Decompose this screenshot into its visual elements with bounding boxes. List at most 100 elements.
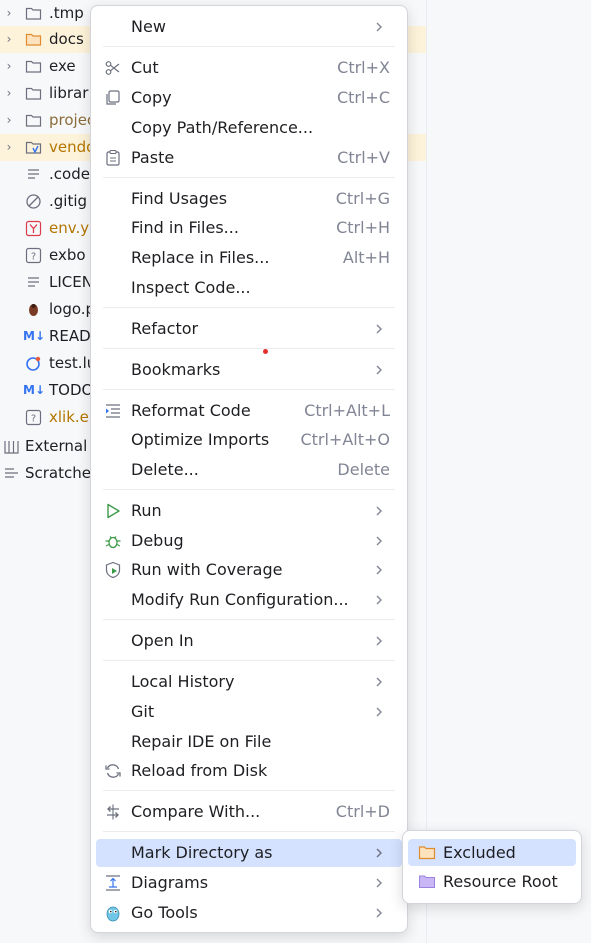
- menu-item-reformat-code[interactable]: Reformat Code Ctrl+Alt+L: [96, 397, 402, 425]
- chevron-right-icon[interactable]: ›: [2, 80, 16, 107]
- menu-separator: [103, 177, 395, 178]
- menu-item-shortcut: Ctrl+D: [335, 802, 390, 821]
- chevron-right-icon: [376, 848, 382, 858]
- menu-item-label: Replace in Files...: [131, 248, 270, 267]
- vendor-folder-icon: [25, 141, 42, 154]
- menu-separator: [103, 46, 395, 47]
- menu-item-paste[interactable]: Paste Ctrl+V: [96, 144, 402, 172]
- menu-item-git[interactable]: Git: [96, 698, 402, 726]
- scissors-icon: [105, 61, 120, 75]
- chevron-right-icon[interactable]: ›: [2, 134, 16, 161]
- menu-item-label: Find Usages: [131, 189, 228, 208]
- chevron-right-icon: [376, 595, 382, 605]
- menu-item-run[interactable]: Run: [96, 497, 402, 525]
- excluded-folder-icon: [418, 846, 436, 860]
- menu-item-delete[interactable]: Delete... Delete: [96, 456, 402, 484]
- menu-item-label: Open In: [131, 631, 194, 650]
- menu-item-repair-ide[interactable]: Repair IDE on File: [96, 728, 402, 756]
- menu-separator: [103, 348, 395, 349]
- tree-row-label: projec: [49, 111, 96, 129]
- menu-item-label: Paste: [131, 148, 175, 167]
- lua-file-icon: [26, 356, 41, 371]
- menu-item-refactor[interactable]: Refactor: [96, 315, 402, 343]
- menu-item-modify-run-configuration[interactable]: Modify Run Configuration...: [96, 586, 402, 614]
- tree-row-label: External: [25, 437, 88, 455]
- menu-item-bookmarks[interactable]: Bookmarks: [96, 356, 402, 384]
- svg-text:?: ?: [31, 252, 36, 263]
- menu-separator: [103, 790, 395, 791]
- tree-row-label: TODO: [49, 381, 94, 399]
- chevron-right-icon: [376, 365, 382, 375]
- tree-row-label: env.y: [49, 219, 90, 237]
- menu-item-run-with-coverage[interactable]: Run with Coverage: [96, 556, 402, 584]
- menu-item-optimize-imports[interactable]: Optimize Imports Ctrl+Alt+O: [96, 426, 402, 454]
- markdown-icon: M↓: [23, 329, 45, 343]
- menu-item-find-in-files[interactable]: Find in Files... Ctrl+H: [96, 214, 402, 242]
- markdown-icon: M↓: [23, 383, 45, 397]
- tree-row-label: xlik.e: [49, 408, 89, 426]
- menu-item-replace-in-files[interactable]: Replace in Files... Alt+H: [96, 244, 402, 272]
- chevron-right-icon: [376, 878, 382, 888]
- menu-item-find-usages[interactable]: Find Usages Ctrl+G: [96, 185, 402, 213]
- menu-item-label: Local History: [131, 672, 235, 691]
- menu-item-shortcut: Ctrl+H: [336, 218, 390, 237]
- context-menu: New Cut Ctrl+X Copy Ctrl+C Copy Path/Ref…: [90, 5, 408, 933]
- tree-row-label: READ: [49, 327, 91, 345]
- paste-icon: [106, 149, 120, 166]
- menu-item-label: Copy Path/Reference...: [131, 118, 314, 137]
- menu-item-debug[interactable]: Debug: [96, 527, 402, 555]
- submenu-item-resource-root[interactable]: Resource Root: [408, 868, 576, 895]
- folder-icon: [25, 60, 42, 73]
- menu-item-diagrams[interactable]: Diagrams: [96, 869, 402, 897]
- menu-item-reload-from-disk[interactable]: Reload from Disk: [96, 757, 402, 785]
- menu-separator: [103, 619, 395, 620]
- run-icon: [107, 503, 120, 519]
- menu-item-label: Mark Directory as: [131, 843, 273, 862]
- menu-item-local-history[interactable]: Local History: [96, 668, 402, 696]
- menu-separator: [103, 307, 395, 308]
- menu-item-shortcut: Alt+H: [342, 248, 390, 267]
- submenu-item-excluded[interactable]: Excluded: [408, 839, 576, 866]
- yaml-file-icon: [25, 220, 42, 237]
- menu-item-compare-with[interactable]: Compare With... Ctrl+D: [96, 798, 402, 826]
- library-icon: [4, 441, 19, 454]
- menu-item-inspect-code[interactable]: Inspect Code...: [96, 274, 402, 302]
- chevron-right-icon: [376, 707, 382, 717]
- chevron-right-icon: [376, 324, 382, 334]
- menu-item-copy[interactable]: Copy Ctrl+C: [96, 84, 402, 112]
- menu-item-label: Modify Run Configuration...: [131, 590, 349, 609]
- copy-icon: [106, 90, 120, 105]
- menu-item-label: Reload from Disk: [131, 761, 268, 780]
- chevron-right-icon[interactable]: ›: [2, 53, 16, 80]
- menu-item-go-tools[interactable]: Go Tools: [96, 899, 402, 927]
- tree-row-label: Scratche: [25, 464, 91, 482]
- tree-row-label: librar: [49, 84, 89, 102]
- compare-arrows-icon: [107, 804, 119, 820]
- menu-item-copy-path[interactable]: Copy Path/Reference...: [96, 114, 402, 142]
- diagram-icon: [106, 875, 120, 891]
- chevron-right-icon[interactable]: ›: [2, 107, 16, 134]
- chevron-right-icon[interactable]: ›: [2, 0, 16, 27]
- chevron-right-icon: [376, 908, 382, 918]
- unknown-file-icon: ?: [25, 409, 42, 426]
- menu-item-label: Find in Files...: [131, 218, 239, 237]
- mark-directory-submenu: Excluded Resource Root: [402, 830, 582, 904]
- folder-icon: [25, 7, 42, 20]
- chevron-right-icon: [376, 506, 382, 516]
- menu-item-shortcut: Delete: [337, 460, 390, 479]
- menu-item-label: Optimize Imports: [131, 430, 270, 449]
- menu-separator: [103, 389, 395, 390]
- red-dot-indicator: [263, 349, 268, 354]
- menu-item-label: Refactor: [131, 319, 199, 338]
- submenu-item-label: Resource Root: [443, 872, 558, 891]
- menu-item-mark-directory-as[interactable]: Mark Directory as: [96, 839, 402, 867]
- chevron-right-icon[interactable]: ›: [2, 26, 16, 53]
- menu-item-cut[interactable]: Cut Ctrl+X: [96, 54, 402, 82]
- tree-row-label: .tmp: [49, 4, 84, 22]
- menu-separator: [103, 831, 395, 832]
- menu-item-label: New: [131, 17, 166, 36]
- menu-item-new[interactable]: New: [96, 13, 402, 41]
- menu-item-open-in[interactable]: Open In: [96, 627, 402, 655]
- menu-item-label: Go Tools: [131, 903, 198, 922]
- folder-icon: [25, 33, 42, 46]
